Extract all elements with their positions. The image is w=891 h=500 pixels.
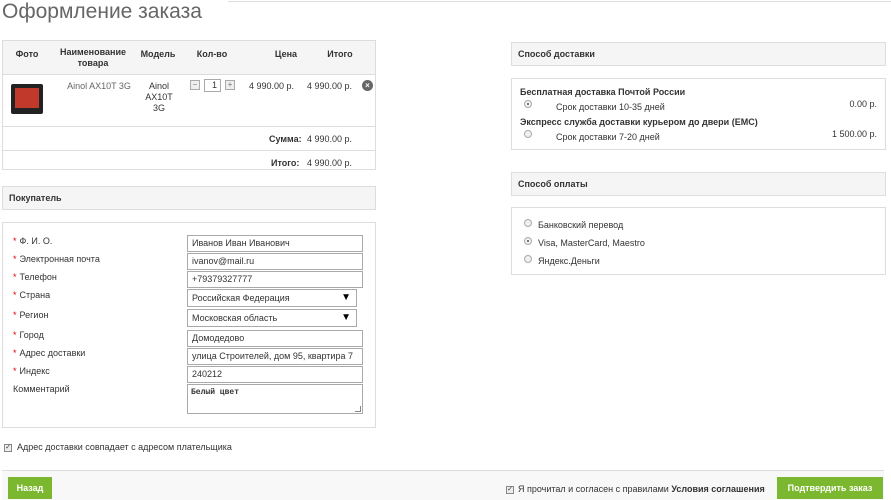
sum-value: 4 990.00 р. — [307, 134, 353, 144]
email-field[interactable]: ivanov@mail.ru — [187, 253, 363, 270]
country-select[interactable]: Российская Федерация ▼ — [187, 289, 357, 307]
payment-option-label: Visa, MasterCard, Maestro — [538, 238, 645, 248]
zip-field[interactable]: 240212 — [187, 366, 363, 383]
page-title: Оформление заказа — [2, 0, 202, 23]
cart-total-row: Итого: 4 990.00 р. — [3, 151, 375, 175]
dropdown-arrow-icon: ▼ — [341, 312, 351, 323]
payment-heading: Способ оплаты — [511, 172, 886, 196]
col-photo: Фото — [15, 49, 39, 59]
same-address-label: Адрес доставки совпадает с адресом плате… — [17, 442, 232, 452]
delivery-heading: Способ доставки — [511, 42, 886, 66]
delivery-radio-1[interactable] — [524, 130, 532, 138]
email-label: * Электронная почта — [13, 254, 100, 264]
cart-header: Фото Наименование товара Модель Кол-во Ц… — [3, 41, 375, 75]
item-total: 4 990.00 р. — [307, 81, 353, 91]
buyer-heading: Покупатель — [2, 186, 376, 210]
col-total: Итого — [327, 49, 353, 59]
comment-field[interactable]: Белый цвет — [187, 384, 363, 414]
col-name: Наименование товара — [59, 47, 127, 68]
qty-input[interactable]: 1 — [204, 79, 221, 92]
delivery-price: 1 500.00 р. — [831, 129, 877, 139]
back-button[interactable]: Назад — [8, 477, 52, 499]
col-qty: Кол-во — [196, 49, 228, 59]
product-name[interactable]: Ainol AX10T 3G — [59, 81, 139, 91]
payment-option-label: Банковский перевод — [538, 220, 624, 230]
delivery-option-title: Экспресс служба доставки курьером до две… — [520, 117, 758, 127]
delivery-options: Бесплатная доставка Почтой России Срок д… — [511, 78, 886, 150]
item-price: 4 990.00 р. — [249, 81, 295, 91]
remove-item-icon[interactable]: × — [362, 80, 373, 91]
phone-label: * Телефон — [13, 272, 57, 282]
dropdown-arrow-icon: ▼ — [341, 292, 351, 303]
qty-increase-button[interactable]: + — [225, 80, 235, 90]
product-model: Ainol AX10T 3G — [145, 81, 173, 113]
delivery-option-title: Бесплатная доставка Почтой России — [520, 87, 686, 97]
col-price: Цена — [274, 49, 298, 59]
col-model: Модель — [140, 49, 176, 59]
payment-radio-0[interactable] — [524, 219, 532, 227]
total-value: 4 990.00 р. — [307, 158, 353, 168]
zip-label: * Индекс — [13, 366, 50, 376]
payment-options: Банковский перевод Visa, MasterCard, Mae… — [511, 207, 886, 275]
resize-handle-icon[interactable] — [355, 406, 361, 412]
name-field[interactable]: Иванов Иван Иванович — [187, 235, 363, 252]
cart-item-row: Ainol AX10T 3G Ainol AX10T 3G − 1 + 4 99… — [3, 75, 375, 127]
cart-table: Фото Наименование товара Модель Кол-во Ц… — [2, 40, 376, 170]
checkbox-checked-icon[interactable]: ✓ — [506, 485, 514, 494]
region-select[interactable]: Московская область ▼ — [187, 309, 357, 327]
product-image[interactable] — [11, 84, 43, 114]
buyer-form: * Ф. И. О. Иванов Иван Иванович * Электрон… — [2, 222, 376, 428]
phone-field[interactable]: +79379327777 — [187, 271, 363, 288]
cart-sum-row: Сумма: 4 990.00 р. — [3, 127, 375, 151]
name-label: * Ф. И. О. — [13, 236, 53, 246]
country-label: * Страна — [13, 290, 51, 300]
agree-option[interactable]: ✓ Я прочитал и согласен с правилами Услов… — [506, 484, 765, 494]
comment-label: Комментарий — [13, 384, 70, 394]
qty-decrease-button[interactable]: − — [190, 80, 200, 90]
checkbox-checked-icon[interactable]: ✓ — [4, 443, 12, 452]
divider — [228, 1, 891, 2]
total-label: Итого: — [271, 158, 300, 168]
city-label: * Город — [13, 330, 44, 340]
agree-text: Я прочитал и согласен с правилами — [518, 484, 669, 494]
payment-radio-1[interactable] — [524, 237, 532, 245]
city-field[interactable]: Домодедово — [187, 330, 363, 347]
payment-option-label: Яндекс.Деньги — [538, 256, 600, 266]
terms-link[interactable]: Условия соглашения — [671, 484, 764, 494]
address-field[interactable]: улица Строителей, дом 95, квартира 7 — [187, 348, 363, 365]
delivery-term: Срок доставки 10-35 дней — [556, 102, 665, 112]
same-address-option[interactable]: ✓ Адрес доставки совпадает с адресом плат… — [4, 442, 232, 452]
region-label: * Регион — [13, 310, 49, 320]
address-label: * Адрес доставки — [13, 348, 86, 358]
delivery-radio-0[interactable] — [524, 100, 532, 108]
delivery-term: Срок доставки 7-20 дней — [556, 132, 660, 142]
footer-bar: Назад ✓ Я прочитал и согласен с правилами… — [2, 470, 884, 500]
confirm-order-button[interactable]: Подтвердить заказ — [777, 477, 883, 499]
sum-label: Сумма: — [269, 134, 302, 144]
delivery-price: 0.00 р. — [849, 99, 877, 109]
payment-radio-2[interactable] — [524, 255, 532, 263]
